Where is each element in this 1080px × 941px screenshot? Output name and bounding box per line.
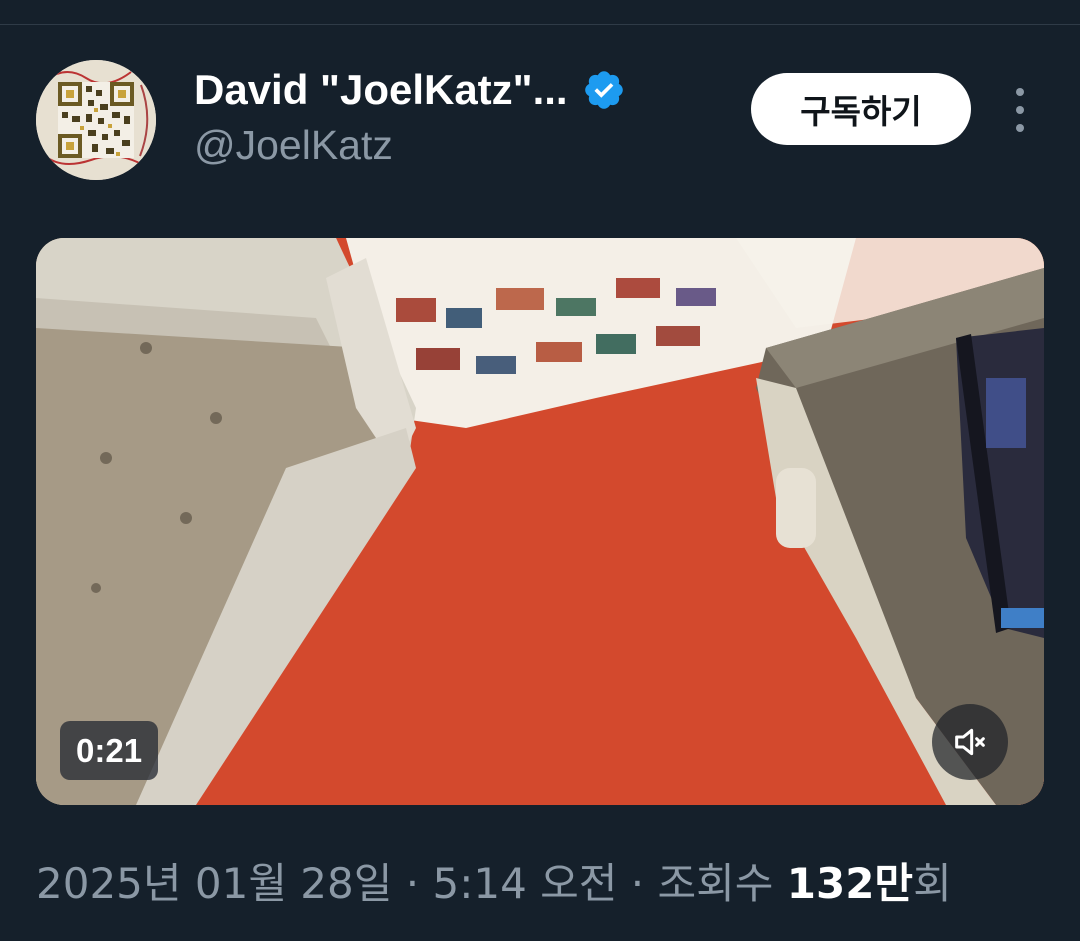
tweet-meta: 2025년 01월 28일 · 5:14 오전 · 조회수 132만 회 <box>36 850 952 910</box>
display-name[interactable]: David "JoelKatz"... <box>194 66 568 114</box>
qr-code-avatar-icon <box>36 60 156 180</box>
post-time[interactable]: 5:14 오전 <box>432 850 617 911</box>
tweet-header: David "JoelKatz"... @JoelKatz 구독하기 <box>36 60 1044 184</box>
meta-separator: · <box>617 859 658 908</box>
top-divider <box>0 24 1080 25</box>
name-row: David "JoelKatz"... <box>194 62 626 118</box>
views-count: 132만 <box>786 859 914 908</box>
post-date[interactable]: 2025년 01월 28일 <box>36 850 392 911</box>
subscribe-button[interactable]: 구독하기 <box>751 73 971 145</box>
video-frame <box>36 238 1044 805</box>
views-suffix: 회 <box>913 859 952 908</box>
dot <box>1016 106 1024 114</box>
speaker-muted-icon[interactable] <box>932 704 1008 780</box>
views-label: 조회수 <box>657 859 787 908</box>
dot <box>1016 124 1024 132</box>
verified-badge-icon <box>584 71 623 109</box>
avatar[interactable] <box>36 60 156 180</box>
video-player[interactable]: 0:21 <box>36 238 1044 805</box>
dot <box>1016 88 1024 96</box>
more-vertical-icon[interactable] <box>1004 88 1036 132</box>
handle[interactable]: @JoelKatz <box>194 122 393 169</box>
speaker-muted-glyph <box>955 728 985 756</box>
video-duration: 0:21 <box>60 721 159 780</box>
meta-separator: · <box>392 859 433 908</box>
